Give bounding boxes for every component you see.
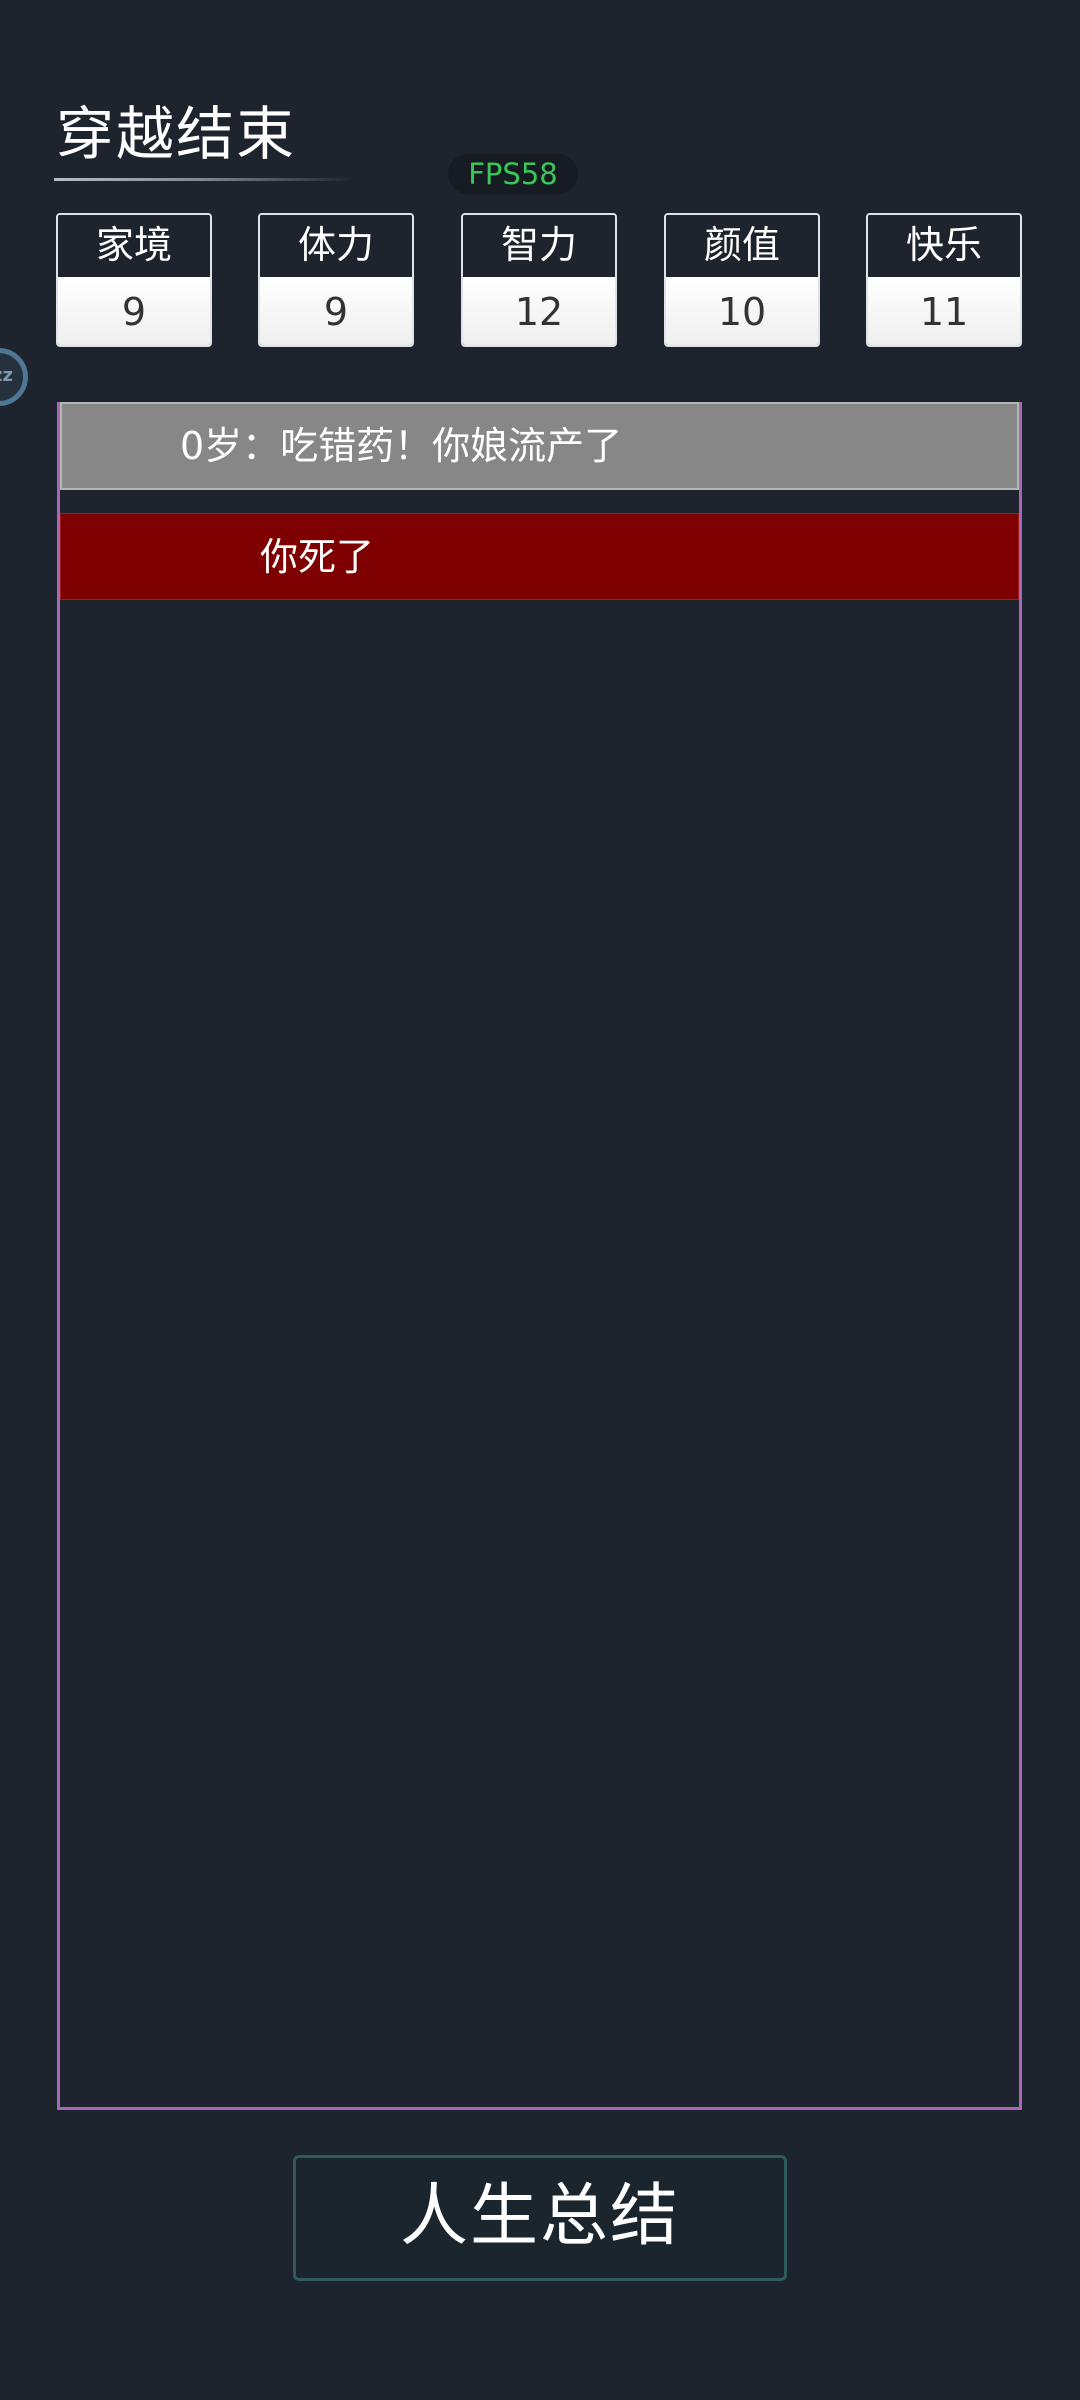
stat-value-intelligence: 12 [463,277,615,345]
stat-label-family: 家境 [58,215,210,277]
stat-label-intelligence: 智力 [463,215,615,277]
life-event-log[interactable]: 0岁：吃错药！你娘流产了 你死了 [57,402,1022,2110]
zz-icon: zz [0,365,13,386]
game-screen: 穿越结束 FPS58 zz 家境 9 体力 9 智力 12 颜值 10 快乐 1… [0,0,1080,2400]
stat-card-happiness: 快乐 11 [866,213,1022,347]
stats-panel: 家境 9 体力 9 智力 12 颜值 10 快乐 11 [56,213,1024,349]
event-entry-death: 你死了 [60,513,1019,600]
stat-card-family: 家境 9 [56,213,212,347]
stat-value-family: 9 [58,277,210,345]
event-entry-age-0: 0岁：吃错药！你娘流产了 [60,402,1019,490]
stat-value-happiness: 11 [868,277,1020,345]
fps-counter: FPS58 [448,154,578,194]
page-title: 穿越结束 [56,100,297,168]
stat-card-appearance: 颜值 10 [664,213,820,347]
side-menu-handle[interactable]: zz [0,348,28,406]
life-summary-button[interactable]: 人生总结 [293,2155,787,2281]
stat-card-strength: 体力 9 [258,213,414,347]
stat-value-strength: 9 [260,277,412,345]
stat-label-happiness: 快乐 [868,215,1020,277]
stat-label-appearance: 颜值 [666,215,818,277]
stat-label-strength: 体力 [260,215,412,277]
stat-value-appearance: 10 [666,277,818,345]
stat-card-intelligence: 智力 12 [461,213,617,347]
title-underline [54,178,354,181]
